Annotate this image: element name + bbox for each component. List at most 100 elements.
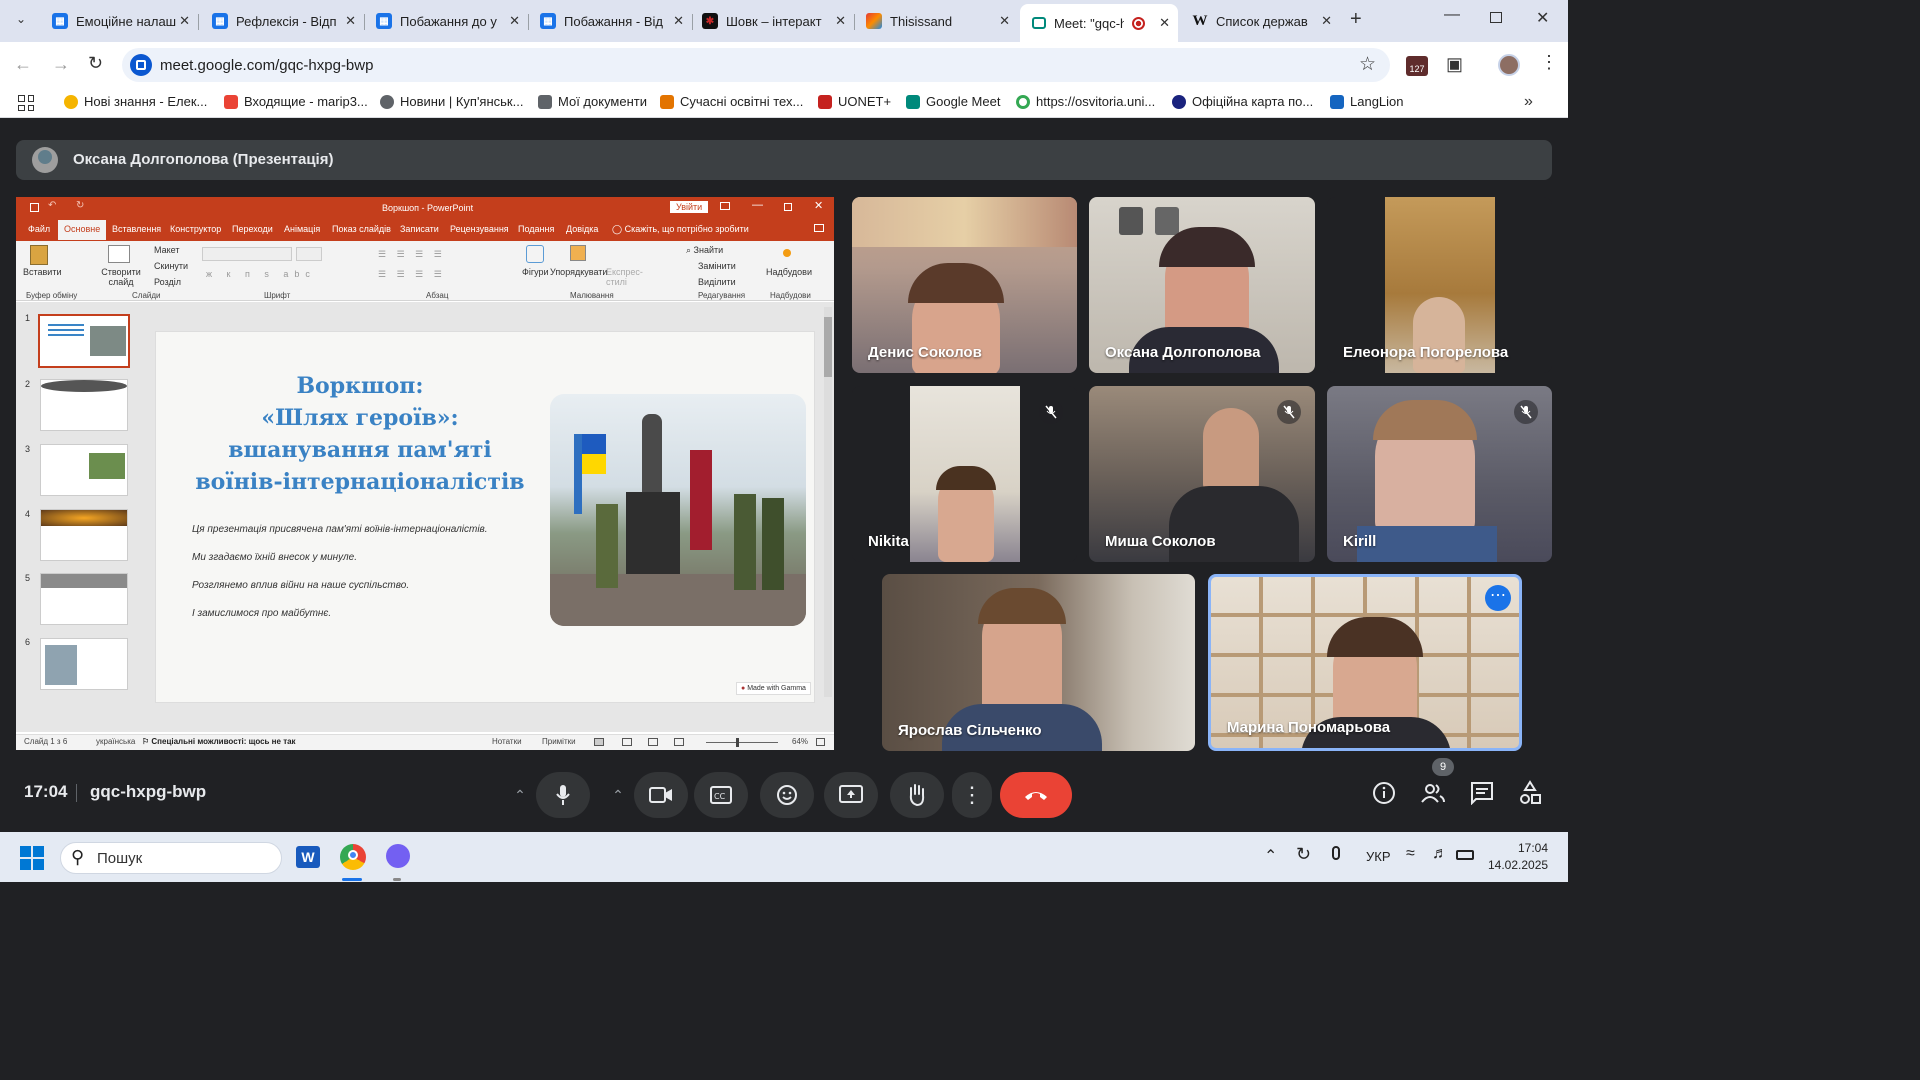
bookmark-my-docs[interactable]: Мої документи — [538, 94, 647, 109]
bookmark-langlion[interactable]: LangLion — [1330, 94, 1404, 109]
bookmark-osvitoria[interactable]: https://osvitoria.uni... — [1016, 94, 1155, 109]
close-tab-icon[interactable]: ✕ — [1321, 13, 1332, 29]
raise-hand-button[interactable] — [890, 772, 944, 818]
bookmark-news[interactable]: Новини | Куп'янськ... — [380, 94, 523, 109]
ribbon-tab-home[interactable]: Основне — [58, 220, 107, 240]
captions-button[interactable]: CC — [694, 772, 748, 818]
ribbon-tab-transitions[interactable]: Переходи — [232, 224, 273, 234]
participant-tile[interactable]: Ярослав Сільченко — [882, 574, 1195, 751]
participant-tile[interactable]: Оксана Долгополова — [1089, 197, 1315, 373]
slide-canvas[interactable]: Воркшоп: «Шлях героїв»: вшанування пам'я… — [155, 331, 815, 703]
extensions-puzzle-icon[interactable]: ▣ — [1446, 54, 1463, 75]
bookmark-star-icon[interactable]: ☆ — [1359, 53, 1376, 76]
comments-button[interactable]: Примітки — [542, 737, 576, 746]
more-bookmarks-icon[interactable]: » — [1524, 93, 1533, 111]
tab-wishes-1[interactable]: ▦ Побажання до у ✕ — [364, 6, 528, 36]
more-options-button[interactable]: ⋮ — [952, 772, 992, 818]
bookmark-modern-edu[interactable]: Сучасні освітні тех... — [660, 94, 803, 109]
activities-button[interactable] — [1518, 780, 1542, 811]
profile-avatar[interactable] — [1498, 54, 1520, 76]
input-language[interactable]: УКР — [1366, 849, 1391, 864]
leave-call-button[interactable] — [1000, 772, 1072, 818]
slide-thumbnail-2[interactable] — [40, 379, 128, 431]
tab-silk[interactable]: ✱ Шовк – інтеракт ✕ — [690, 6, 854, 36]
audio-options-chevron-icon[interactable]: ⌃ — [502, 772, 538, 818]
close-tab-icon[interactable]: ✕ — [1159, 15, 1170, 31]
tab-emotional[interactable]: ▦ Емоційне налаш ✕ — [40, 6, 198, 36]
tell-me-search[interactable]: ◯ Скажіть, що потрібно зробити — [612, 224, 749, 235]
slide-thumbnail-1[interactable] — [38, 314, 130, 368]
bookmark-new-knowledge[interactable]: Нові знання - Елек... — [64, 94, 207, 109]
tab-meet-active[interactable]: Meet: "gqc-h ✕ — [1020, 4, 1178, 42]
paste-button[interactable]: Вставити — [23, 267, 62, 277]
ppt-minimize-button[interactable]: — — [752, 199, 763, 211]
paste-icon[interactable] — [30, 245, 48, 265]
more-options-icon[interactable]: ⋯ — [1485, 585, 1511, 611]
addins-button[interactable]: Надбудови — [766, 267, 812, 277]
slide-thumbnail-5[interactable] — [40, 573, 128, 625]
ribbon-tab-insert[interactable]: Вставлення — [112, 224, 161, 234]
clock-date[interactable]: 14.02.2025 — [1488, 858, 1548, 872]
new-tab-button[interactable]: + — [1350, 8, 1362, 31]
bookmark-inbox[interactable]: Входящие - marip3... — [224, 94, 368, 109]
chat-button[interactable] — [1470, 781, 1494, 810]
ppt-maximize-button[interactable] — [784, 203, 792, 211]
section-button[interactable]: Розділ — [154, 277, 181, 287]
tab-wishes-2[interactable]: ▦ Побажання - Від ✕ — [528, 6, 692, 36]
apps-grid-icon[interactable] — [18, 95, 34, 111]
viber-app-icon[interactable] — [386, 844, 410, 868]
paragraph-buttons[interactable]: ☰ ☰ ☰ ☰ — [378, 249, 446, 260]
fit-slide-icon[interactable] — [816, 738, 825, 746]
ribbon-display-icon[interactable] — [720, 202, 730, 210]
new-slide-button[interactable]: Створити слайд — [101, 267, 141, 287]
address-bar[interactable]: meet.google.com/gqc-hxpg-bwp ☆ — [122, 48, 1390, 82]
reload-icon[interactable]: ↻ — [88, 53, 103, 74]
microphone-button[interactable] — [536, 772, 590, 818]
tab-wikipedia[interactable]: W Список держав ✕ — [1180, 6, 1340, 36]
undo-icon[interactable]: ↶ — [48, 200, 56, 211]
reactions-button[interactable] — [760, 772, 814, 818]
tab-reflection[interactable]: ▦ Рефлексія - Відп ✕ — [200, 6, 364, 36]
participant-tile[interactable]: Елеонора Погорелова — [1327, 197, 1552, 373]
layout-button[interactable]: Макет — [154, 245, 179, 255]
start-windows-icon[interactable] — [20, 846, 44, 870]
close-tab-icon[interactable]: ✕ — [509, 13, 520, 29]
font-name-box[interactable] — [202, 247, 292, 261]
tab-thisissand[interactable]: Thisissand ✕ — [854, 6, 1018, 36]
participant-tile[interactable]: Nikita — [852, 386, 1077, 562]
sorter-view-icon[interactable] — [622, 738, 632, 746]
volume-icon[interactable]: ♬ — [1432, 845, 1448, 863]
back-arrow-icon[interactable]: ← — [14, 54, 32, 75]
reading-view-icon[interactable] — [648, 738, 658, 746]
close-window-button[interactable]: ✕ — [1536, 8, 1549, 28]
shapes-button[interactable]: Фігури — [522, 267, 549, 277]
ppt-close-button[interactable]: ✕ — [814, 199, 823, 212]
word-app-icon[interactable]: W — [296, 846, 320, 868]
arrange-icon[interactable] — [570, 245, 586, 261]
microphone-tray-icon[interactable] — [1332, 846, 1340, 860]
express-styles-button[interactable]: Експрес-стилі — [606, 267, 643, 287]
normal-view-icon[interactable] — [594, 738, 604, 746]
font-size-box[interactable] — [296, 247, 322, 261]
ribbon-tab-animations[interactable]: Анімація — [284, 224, 320, 234]
forward-arrow-icon[interactable]: → — [52, 54, 70, 75]
camera-button[interactable] — [634, 772, 688, 818]
font-style-buttons[interactable]: ж к п s abc — [206, 269, 316, 279]
slide-thumbnail-6[interactable] — [40, 638, 128, 690]
slideshow-view-icon[interactable] — [674, 738, 684, 746]
redo-icon[interactable]: ↻ — [76, 200, 84, 211]
browser-menu-icon[interactable]: ⋮ — [1540, 52, 1558, 73]
find-button[interactable]: ⌕ Знайти — [686, 245, 723, 256]
comments-icon[interactable] — [814, 224, 824, 232]
ribbon-tab-design[interactable]: Конструктор — [170, 224, 221, 234]
shapes-icon[interactable] — [526, 245, 544, 263]
ribbon-tab-help[interactable]: Довідка — [566, 224, 598, 234]
vertical-scrollbar[interactable] — [824, 307, 832, 697]
select-button[interactable]: Виділити — [698, 277, 736, 287]
replace-button[interactable]: Замінити — [698, 261, 736, 271]
restore-window-button[interactable] — [1490, 12, 1502, 23]
close-tab-icon[interactable]: ✕ — [835, 13, 846, 29]
ribbon-tab-view[interactable]: Подання — [518, 224, 554, 234]
close-tab-icon[interactable]: ✕ — [179, 13, 190, 29]
participant-tile[interactable]: Kirill — [1327, 386, 1552, 562]
